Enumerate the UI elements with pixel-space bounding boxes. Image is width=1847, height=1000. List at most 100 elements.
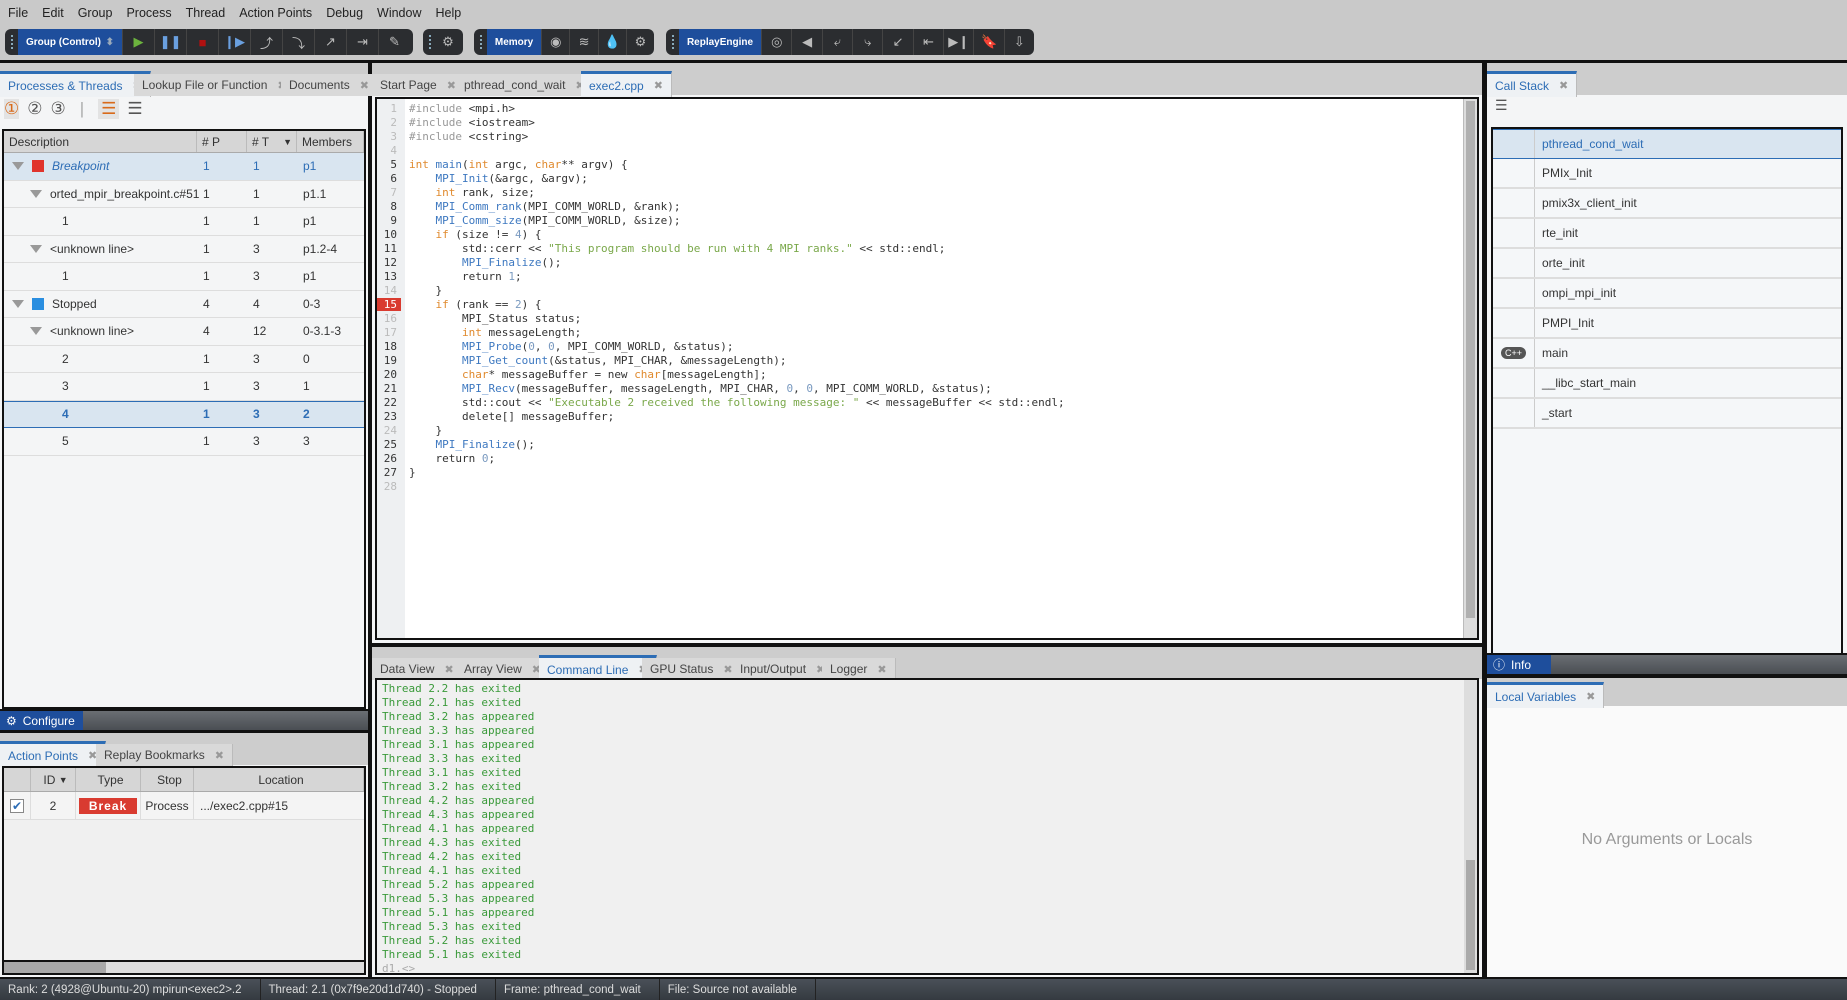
tree-row[interactable]: Stopped 4 4 0-3 (4, 291, 364, 318)
line-number[interactable]: 16 (377, 312, 401, 325)
breakpoint-line-number[interactable]: 15 (377, 298, 401, 311)
kill-icon[interactable]: ■ (186, 29, 218, 55)
menu-group[interactable]: Group (78, 6, 113, 20)
col-p[interactable]: # P (197, 131, 247, 152)
expand-triangle-icon[interactable] (30, 189, 42, 198)
col-type[interactable]: Type (76, 768, 141, 791)
tab-documents[interactable]: Documents ✖ (281, 74, 378, 96)
go-icon[interactable]: ▶ (122, 29, 154, 55)
tree-view-icon[interactable]: ☰ (98, 99, 120, 119)
vertical-scrollbar[interactable] (1463, 99, 1477, 638)
col-stop[interactable]: Stop (141, 768, 194, 791)
line-number[interactable]: 9 (377, 214, 401, 227)
call-stack-frame[interactable]: __libc_start_main (1493, 369, 1841, 399)
line-number[interactable]: 19 (377, 354, 401, 367)
tab-local-variables[interactable]: Local Variables ✖ (1487, 682, 1605, 708)
enabled-checkbox[interactable]: ✔ (10, 798, 24, 813)
line-number[interactable]: 25 (377, 438, 401, 451)
back-step-icon[interactable]: ⤷ (852, 29, 882, 55)
menu-edit[interactable]: Edit (42, 6, 64, 20)
source-view[interactable]: 1 #include <mpi.h> 2 #include <iostream> 3 #i… (375, 97, 1479, 640)
line-number[interactable]: 2 (377, 116, 401, 129)
close-icon[interactable]: ✖ (1559, 79, 1568, 92)
close-icon[interactable]: ✖ (1586, 690, 1595, 703)
replay-record-icon[interactable]: ◎ (761, 29, 791, 55)
tab-action-points[interactable]: Action Points ✖ (0, 741, 107, 767)
line-number[interactable]: 20 (377, 368, 401, 381)
scrollbar-thumb[interactable] (1466, 860, 1475, 970)
replay-engine-button[interactable]: ReplayEngine (678, 29, 762, 55)
close-icon[interactable]: ✖ (877, 663, 886, 676)
tab-pthread-cond-wait[interactable]: pthread_cond_wait✖ (456, 74, 594, 96)
line-number[interactable]: 13 (377, 270, 401, 283)
tab-array-view[interactable]: Array View ✖ (456, 658, 551, 680)
next-icon[interactable]: ⤴ (250, 29, 282, 55)
list-view-icon[interactable]: ☰ (127, 99, 142, 119)
menu-file[interactable]: File (8, 6, 28, 20)
scrollbar-thumb[interactable] (1466, 101, 1475, 619)
line-number[interactable]: 10 (377, 228, 401, 241)
tab-replay-bookmarks[interactable]: Replay Bookmarks ✖ (96, 744, 233, 766)
action-point-row[interactable]: ✔ 2 Break Process .../exec2.cpp#15 (4, 792, 364, 820)
menu-action-points[interactable]: Action Points (239, 6, 312, 20)
console-scrollbar[interactable] (1464, 680, 1477, 973)
back-out-icon[interactable]: ↙ (882, 29, 912, 55)
line-number[interactable]: 28 (377, 480, 401, 493)
call-stack-frame[interactable]: pmix3x_client_init (1493, 189, 1841, 219)
back-icon[interactable]: ◀ (791, 29, 821, 55)
line-number[interactable]: 27 (377, 466, 401, 479)
menu-help[interactable]: Help (436, 6, 462, 20)
call-stack-frame[interactable]: rte_init (1493, 219, 1841, 249)
col-location[interactable]: Location (194, 768, 364, 791)
bookmark-icon[interactable]: 🔖 (973, 29, 1003, 55)
line-number[interactable]: 5 (377, 158, 401, 171)
live-icon[interactable]: ▶❙ (943, 29, 973, 55)
configure-button[interactable]: ⚙ Configure (0, 711, 83, 730)
tree-row[interactable]: 3 1 3 1 (4, 373, 364, 401)
tree-row[interactable]: orted_mpir_breakpoint.c#51 1 1 p1.1 (4, 181, 364, 208)
group-select[interactable]: Group (Control) ⬍ (18, 29, 122, 55)
tab-processes-threads[interactable]: Processes & Threads✖ (0, 71, 151, 97)
info-button[interactable]: ⓘ Info (1487, 655, 1551, 674)
line-number[interactable]: 1 (377, 102, 401, 115)
close-icon[interactable]: ✖ (360, 79, 369, 92)
tree-row[interactable]: 5 1 3 3 (4, 428, 364, 456)
call-stack-frame[interactable]: pthread_cond_wait (1493, 129, 1841, 159)
line-number[interactable]: 8 (377, 200, 401, 213)
line-number[interactable]: 24 (377, 424, 401, 437)
col-description[interactable]: Description (4, 131, 197, 152)
tree-row[interactable]: <unknown line> 4 12 0-3.1-3 (4, 318, 364, 346)
level-2-icon[interactable]: ② (27, 99, 42, 119)
filter-icon[interactable]: ☰ (1495, 97, 1508, 114)
tree-row[interactable]: 2 1 3 0 (4, 346, 364, 373)
back-to-icon[interactable]: ⇤ (912, 29, 943, 55)
line-number[interactable]: 26 (377, 452, 401, 465)
line-number[interactable]: 7 (377, 186, 401, 199)
memory-button[interactable]: Memory (486, 29, 542, 55)
close-icon[interactable]: ✖ (447, 79, 456, 92)
memory-settings-icon[interactable]: ⚙ (625, 29, 654, 55)
call-stack-frame[interactable]: _start (1493, 399, 1841, 429)
scrollbar-thumb[interactable] (4, 962, 106, 973)
line-number[interactable]: 22 (377, 396, 401, 409)
tab-lookup[interactable]: Lookup File or Function✖ (134, 74, 296, 96)
line-number[interactable]: 14 (377, 284, 401, 297)
restart-icon[interactable]: ❙▶ (218, 29, 250, 55)
expand-triangle-icon[interactable] (30, 327, 42, 336)
line-number[interactable]: 23 (377, 410, 401, 423)
save-icon[interactable]: ⇩ (1003, 29, 1034, 55)
layers-icon[interactable]: ≋ (569, 29, 597, 55)
line-number[interactable]: 6 (377, 172, 401, 185)
tab-input-output[interactable]: Input/Output ✖ (732, 658, 835, 680)
line-number[interactable]: 17 (377, 326, 401, 339)
tree-row[interactable]: <unknown line> 1 3 p1.2-4 (4, 236, 364, 263)
call-stack-frame[interactable]: ompi_mpi_init (1493, 279, 1841, 309)
edit-icon[interactable]: ✎ (378, 29, 410, 55)
menu-debug[interactable]: Debug (326, 6, 363, 20)
level-1-icon[interactable]: ① (4, 99, 20, 119)
line-number[interactable]: 12 (377, 256, 401, 269)
line-number[interactable]: 11 (377, 242, 401, 255)
tree-row[interactable]: Breakpoint 1 1 p1 (4, 153, 364, 181)
expand-triangle-icon[interactable] (12, 162, 24, 171)
tab-data-view[interactable]: Data View ✖ (372, 658, 463, 680)
